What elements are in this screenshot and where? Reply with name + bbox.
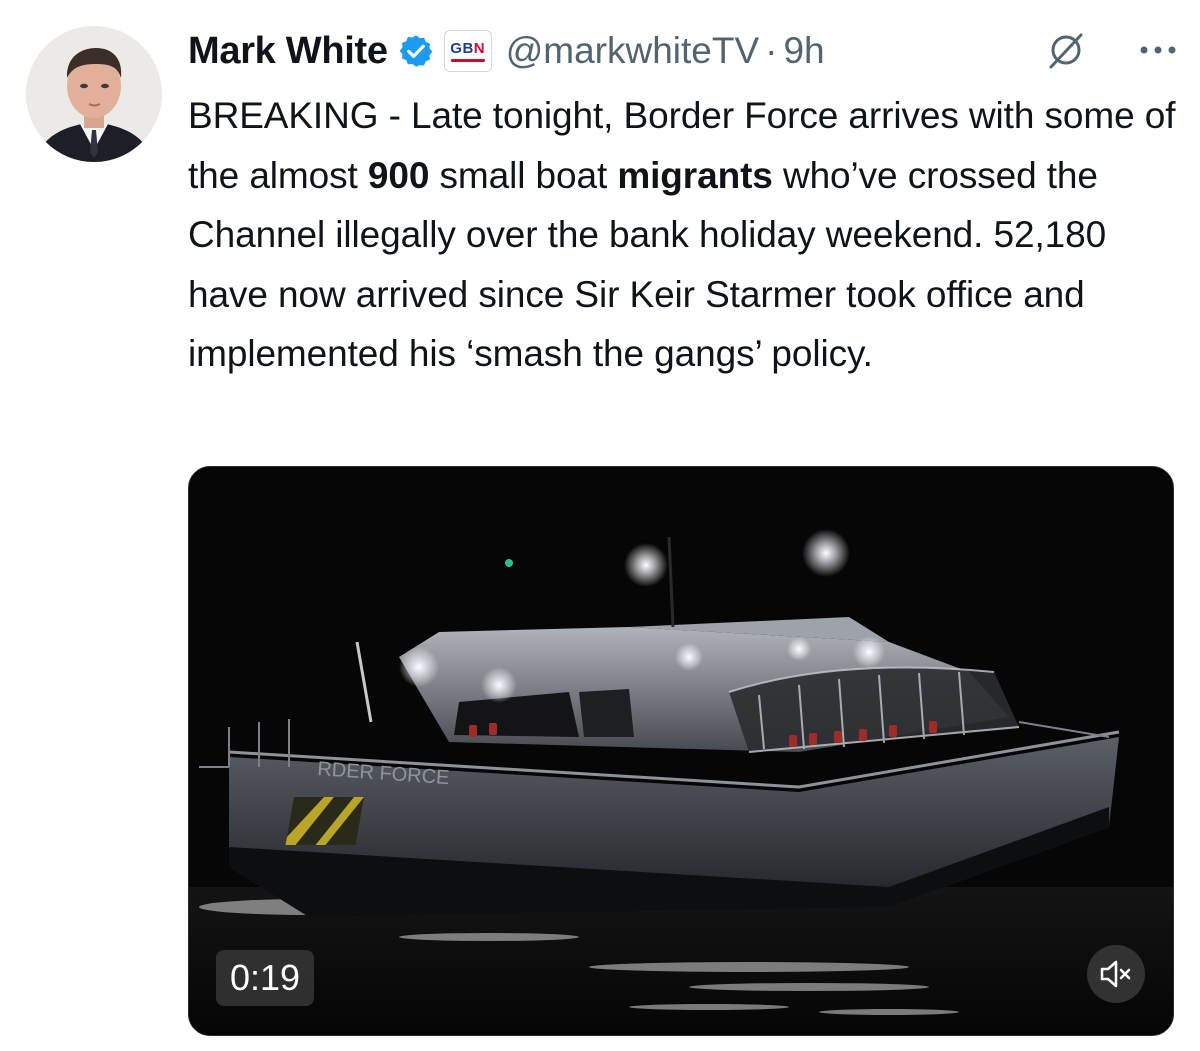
author-name[interactable]: Mark White [188, 30, 388, 73]
tweet-text-bold-word: migrants [617, 154, 773, 196]
author-avatar[interactable] [26, 26, 162, 162]
avatar-image [26, 26, 162, 162]
affiliation-logo: GBN [450, 39, 486, 57]
mute-toggle-button[interactable] [1087, 945, 1145, 1003]
grok-icon[interactable] [1044, 28, 1088, 72]
tweet-text-bold-number: 900 [367, 154, 430, 196]
video-duration: 0:19 [216, 950, 315, 1006]
tweet-timestamp[interactable]: 9h [783, 30, 824, 72]
author-handle[interactable]: @markwhiteTV [506, 30, 759, 72]
tweet-header: Mark White GBN @markwhiteTV · 9h [188, 26, 1180, 76]
volume-muted-icon [1100, 960, 1131, 988]
tweet-text: BREAKING - Late tonight, Border Force ar… [188, 95, 1176, 374]
affiliation-badge[interactable]: GBN [443, 30, 492, 72]
tweet-video[interactable]: RDER FORCE [188, 466, 1174, 1036]
affiliation-logo-underline [450, 58, 485, 62]
video-frame: RDER FORCE [189, 467, 1173, 1035]
more-icon[interactable] [1136, 40, 1180, 60]
header-separator: · [765, 30, 778, 71]
verified-badge-icon[interactable] [398, 33, 434, 69]
